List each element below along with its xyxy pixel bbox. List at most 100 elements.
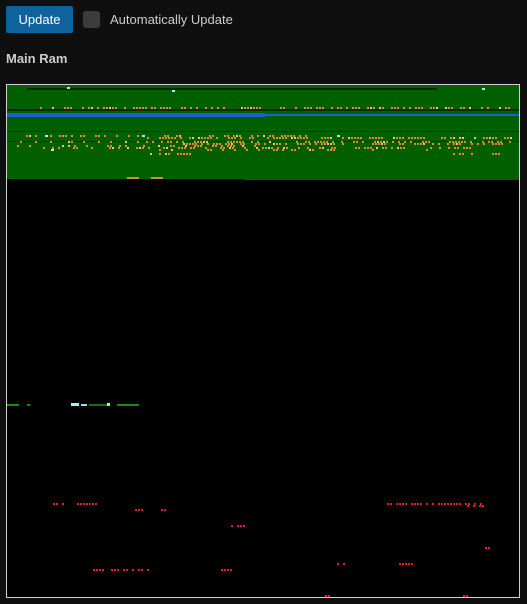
- ram-pixel: [151, 107, 153, 109]
- ram-pixel: [151, 177, 163, 179]
- ram-pixel: [372, 137, 374, 139]
- ram-pixel: [52, 107, 54, 109]
- ram-pixel: [283, 107, 285, 109]
- ram-pixel: [380, 141, 382, 143]
- ram-pixel-red: [77, 503, 79, 505]
- ram-pixel: [417, 137, 419, 139]
- ram-pixel: [397, 147, 399, 149]
- ram-pixel: [95, 135, 97, 137]
- ram-pixel: [414, 137, 416, 139]
- ram-pixel: [384, 143, 386, 145]
- ram-pixel: [233, 135, 235, 137]
- ram-pixel: [421, 107, 423, 109]
- ram-pixel-red: [62, 503, 64, 505]
- ram-pixel: [269, 135, 271, 137]
- ram-pixel: [374, 141, 376, 143]
- ram-pixel: [356, 141, 358, 143]
- ram-pixel: [109, 107, 111, 109]
- ram-pixel-red: [132, 569, 134, 571]
- ram-pixel: [272, 135, 274, 137]
- ram-pixel: [466, 147, 468, 149]
- ram-pixel: [182, 141, 184, 143]
- ram-pixel: [285, 137, 287, 139]
- ram-pixel-red: [396, 503, 398, 505]
- ram-pixel: [259, 107, 261, 109]
- ram-pixel: [224, 135, 226, 137]
- ram-pixel: [80, 135, 82, 137]
- ram-pixel: [300, 137, 302, 139]
- ram-pixel: [234, 149, 236, 151]
- ram-pixel: [322, 147, 324, 149]
- ram-pixel: [394, 107, 396, 109]
- ram-pixel-red: [411, 563, 413, 565]
- ram-pixel: [225, 143, 227, 145]
- ram-pixel: [119, 145, 121, 147]
- ram-pixel: [116, 135, 118, 137]
- ram-pixel: [497, 141, 499, 143]
- ram-pixel: [342, 143, 344, 145]
- ram-pixel: [333, 149, 335, 151]
- ram-pixel: [200, 141, 202, 143]
- ram-pixel: [276, 137, 278, 139]
- ram-pixel: [62, 135, 64, 137]
- ram-pixel: [236, 135, 238, 137]
- ram-pixel: [409, 107, 411, 109]
- ram-pixel: [206, 141, 208, 143]
- ram-pixel: [372, 149, 374, 151]
- ram-pixel: [457, 147, 459, 149]
- ram-pixel: [426, 149, 428, 151]
- ram-pixel-red: [441, 503, 443, 505]
- ram-pixel-cyan: [51, 149, 54, 151]
- ram-pixel: [234, 137, 236, 139]
- ram-pixel: [456, 143, 458, 145]
- auto-update-toggle[interactable]: Automatically Update: [83, 11, 233, 28]
- ram-pixel: [243, 143, 245, 145]
- ram-pixel: [430, 107, 432, 109]
- ram-pixel: [127, 147, 129, 149]
- ram-pixel: [358, 147, 360, 149]
- ram-pixel: [483, 137, 485, 139]
- ram-pixel-red: [468, 503, 470, 505]
- ram-pixel: [433, 107, 435, 109]
- ram-pixel: [488, 141, 490, 143]
- ram-pixel: [505, 107, 507, 109]
- ram-pixel: [207, 143, 209, 145]
- ram-pixel: [471, 143, 473, 145]
- ram-pixel: [489, 137, 491, 139]
- ram-pixel: [281, 135, 283, 137]
- ram-pixel: [386, 141, 388, 143]
- ram-pixel: [436, 107, 438, 109]
- ram-pixel: [88, 107, 90, 109]
- ram-pixel: [286, 147, 288, 149]
- ram-pixel-red: [111, 569, 113, 571]
- ram-pixel-red: [488, 547, 490, 549]
- ram-pixel: [326, 141, 328, 143]
- ram-pixel: [190, 107, 192, 109]
- ram-pixel-red: [53, 503, 55, 505]
- auto-update-checkbox[interactable]: [83, 11, 100, 28]
- ram-pixel: [307, 147, 309, 149]
- ram-pixel: [458, 141, 460, 143]
- ram-pixel: [507, 137, 509, 139]
- ram-pixel: [450, 137, 452, 139]
- ram-pixel: [137, 141, 139, 143]
- ram-pixel-red: [426, 503, 428, 505]
- ram-pixel: [219, 143, 221, 145]
- ram-pixel: [449, 141, 451, 143]
- ram-pixel-red: [231, 525, 233, 527]
- ram-pixel: [305, 141, 307, 143]
- ram-pixel: [142, 107, 144, 109]
- ram-pixel: [240, 137, 242, 139]
- ram-pixel: [124, 107, 126, 109]
- ram-pixel: [463, 107, 465, 109]
- ram-pixel: [422, 141, 424, 143]
- ram-pixel: [441, 137, 443, 139]
- ram-pixel-red: [243, 525, 245, 527]
- ram-pixel: [255, 143, 257, 145]
- ram-pixel-red: [466, 595, 468, 597]
- ram-pixel: [148, 147, 150, 149]
- ram-pixel: [143, 145, 145, 147]
- ram-pixel: [501, 143, 503, 145]
- update-button[interactable]: Update: [6, 6, 73, 33]
- ram-pixel: [239, 135, 241, 137]
